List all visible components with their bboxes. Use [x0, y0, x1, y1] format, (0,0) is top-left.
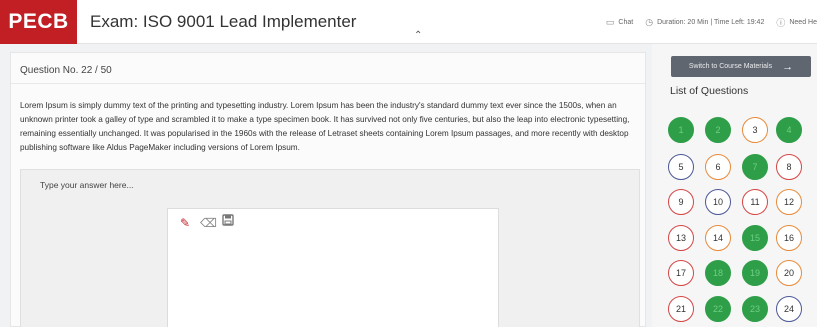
question-bubble-10[interactable]: 10 [705, 189, 731, 215]
question-bubble-17[interactable]: 17 [668, 260, 694, 286]
answer-area: Type your answer here... ✎ ⌫ [20, 169, 640, 327]
question-number: Question No. 22 / 50 [20, 65, 112, 76]
help-button[interactable]: ⓘ Need He [776, 16, 817, 29]
question-bubble-13[interactable]: 13 [668, 225, 694, 251]
answer-placeholder: Type your answer here... [40, 180, 134, 190]
question-bubble-5[interactable]: 5 [668, 154, 694, 180]
question-bubble-3[interactable]: 3 [742, 117, 768, 143]
question-bubble-7[interactable]: 7 [742, 154, 768, 180]
question-bubble-22[interactable]: 22 [705, 296, 731, 322]
question-bubble-14[interactable]: 14 [705, 225, 731, 251]
exam-screen: PECB Exam: ISO 9001 Lead Implementer ⌃ ▭… [0, 0, 817, 327]
question-bubble-8[interactable]: 8 [776, 154, 802, 180]
clock-icon: ◷ [645, 17, 654, 27]
question-bubble-23[interactable]: 23 [742, 296, 768, 322]
chat-button[interactable]: ▭ Chat [606, 17, 633, 28]
question-bubble-9[interactable]: 9 [668, 189, 694, 215]
question-grid: 1 2 3 4 5 6 7 8 9 10 11 12 13 14 15 16 17 18 19 20 21 22 23 24 [652, 44, 817, 327]
question-sidebar: Switch to Course Materials → List of Que… [652, 44, 817, 327]
top-bar: PECB Exam: ISO 9001 Lead Implementer ⌃ ▭… [0, 0, 817, 44]
question-bubble-1[interactable]: 1 [668, 117, 694, 143]
timer: ◷ Duration: 20 Min | Time Left: 19:42 [645, 17, 764, 28]
duration-text: Duration: 20 Min | Time Left: 19:42 [657, 19, 765, 26]
divider [11, 83, 645, 84]
question-bubble-11[interactable]: 11 [742, 189, 768, 215]
exam-title: Exam: ISO 9001 Lead Implementer [90, 12, 357, 31]
question-bubble-16[interactable]: 16 [776, 225, 802, 251]
header-actions: ▭ Chat ◷ Duration: 20 Min | Time Left: 1… [606, 16, 817, 29]
pencil-icon[interactable]: ✎ [180, 216, 190, 230]
chat-icon: ▭ [605, 17, 615, 27]
chat-label: Chat [618, 19, 634, 26]
question-bubble-2[interactable]: 2 [705, 117, 731, 143]
question-bubble-24[interactable]: 24 [776, 296, 802, 322]
question-bubble-21[interactable]: 21 [668, 296, 694, 322]
drawing-canvas[interactable]: ✎ ⌫ [167, 208, 499, 327]
question-panel: Question No. 22 / 50 Lorem Ipsum is simp… [10, 52, 646, 327]
question-bubble-6[interactable]: 6 [705, 154, 731, 180]
question-bubble-20[interactable]: 20 [776, 260, 802, 286]
question-bubble-19[interactable]: 19 [742, 260, 768, 286]
question-bubble-4[interactable]: 4 [776, 117, 802, 143]
help-label: Need He [789, 19, 817, 26]
question-bubble-12[interactable]: 12 [776, 189, 802, 215]
collapse-caret-icon[interactable]: ⌃ [414, 30, 422, 41]
eraser-icon[interactable]: ⌫ [200, 216, 217, 230]
question-bubble-15[interactable]: 15 [742, 225, 768, 251]
help-icon: ⓘ [776, 18, 786, 28]
brand-logo: PECB [0, 0, 77, 44]
save-icon[interactable] [222, 214, 234, 226]
question-bubble-18[interactable]: 18 [705, 260, 731, 286]
question-text: Lorem Ipsum is simply dummy text of the … [20, 101, 630, 152]
